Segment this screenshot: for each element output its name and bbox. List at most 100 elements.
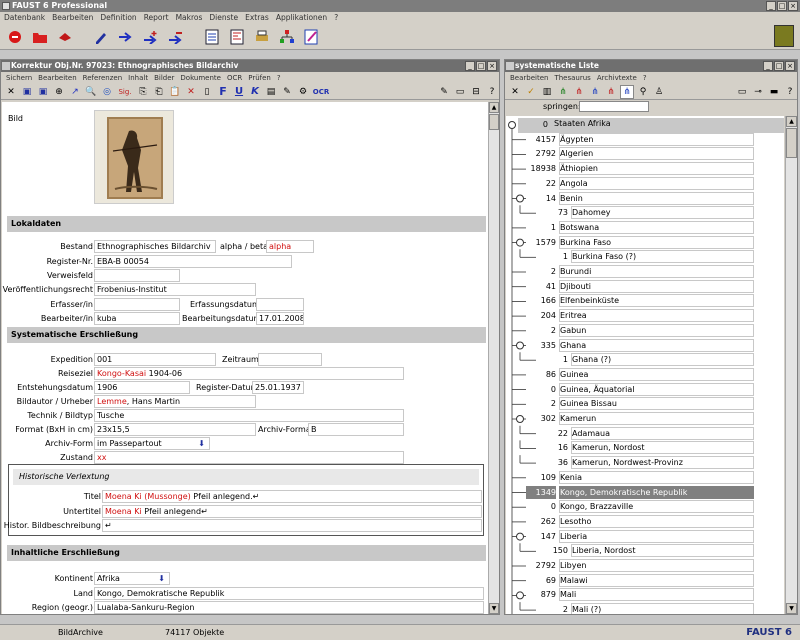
menu-bearbeiten[interactable]: Bearbeiten	[510, 72, 548, 84]
gear-icon[interactable]: ⚙	[296, 85, 310, 99]
tree-item-label[interactable]: Kamerun, Nordost	[571, 441, 754, 455]
bold-button[interactable]: F	[216, 85, 230, 99]
verweisfeld-field[interactable]	[94, 269, 180, 282]
window-icon[interactable]: ▬	[767, 85, 781, 99]
help-icon[interactable]: ?	[485, 85, 499, 99]
comment-icon[interactable]: ▭	[453, 85, 467, 99]
zustand-field[interactable]: xx	[94, 451, 404, 464]
tree-item[interactable]: 302 Kamerun	[506, 412, 784, 427]
clipboard-icon[interactable]: 📋	[168, 85, 182, 99]
tree-item-label[interactable]: Kongo, Brazzaville	[559, 500, 754, 514]
untertitel-link[interactable]: Moena Ki	[105, 507, 142, 516]
menu-referenzen[interactable]: Referenzen	[83, 72, 123, 84]
tree-item-label[interactable]: Kamerun, Nordwest-Provinz	[571, 456, 754, 470]
search-icon[interactable]: 🔍	[84, 85, 98, 99]
delete-icon[interactable]: ✕	[184, 85, 198, 99]
add-record-icon[interactable]	[140, 26, 162, 48]
dropdown-arrow-icon[interactable]: ⬇	[198, 438, 205, 449]
tree-item-label[interactable]: Äthiopien	[559, 162, 754, 176]
tree-view-icon[interactable]: ⋔	[588, 85, 602, 99]
tree-item-label[interactable]: Gabun	[559, 323, 754, 337]
tree-item-label[interactable]: Djibouti	[559, 279, 754, 293]
tree-item[interactable]: 262 Lesotho	[506, 514, 784, 530]
tree-item[interactable]: 22 Angola	[506, 176, 784, 192]
menu-definition[interactable]: Definition	[100, 12, 136, 24]
target-icon[interactable]: ⊕	[52, 85, 66, 99]
tree-active-icon[interactable]: ⋔	[620, 84, 634, 99]
tree-item[interactable]: 2 Burundi	[506, 265, 784, 280]
kontinent-select[interactable]: Afrika ⬇	[94, 572, 170, 585]
menu-report[interactable]: Report	[144, 12, 169, 24]
editor-close-button[interactable]: ×	[487, 61, 497, 71]
scroll-up-icon[interactable]: ▲	[786, 116, 797, 127]
book-icon[interactable]: ▥	[540, 85, 554, 99]
menu-applikationen[interactable]: Applikationen	[276, 12, 327, 24]
tree-item[interactable]: 1 Botswana	[506, 220, 784, 236]
titel-link[interactable]: Moena Ki (Mussonge)	[105, 492, 191, 501]
scroll-down-icon[interactable]: ▼	[489, 603, 499, 614]
tree-item-label[interactable]: Mali	[559, 588, 754, 602]
tree-item-label[interactable]: Malawi	[559, 573, 754, 587]
menu-thesaurus[interactable]: Thesaurus	[554, 72, 590, 84]
tree-item-label[interactable]: Liberia	[559, 529, 754, 543]
tree-item-label[interactable]: Burkina Faso (?)	[571, 250, 754, 264]
tree-item[interactable]: 36 Kamerun, Nordwest-Provinz	[506, 456, 784, 471]
tree-item[interactable]: 2 Guinea Bissau	[506, 397, 784, 412]
tree-icon[interactable]	[276, 26, 298, 48]
tree-item-label[interactable]: Algerien	[559, 147, 754, 161]
land-field[interactable]: Kongo, Demokratische Republik	[94, 587, 484, 600]
histbeschr-field[interactable]: ↵	[102, 519, 482, 532]
tools-icon[interactable]: ✎	[280, 85, 294, 99]
tree-item[interactable]: 0 Guinea, Äquatorial	[506, 382, 784, 398]
list-close-button[interactable]: ×	[785, 61, 795, 71]
print-icon[interactable]	[251, 26, 273, 48]
italic-button[interactable]: K	[248, 85, 262, 99]
tree-item[interactable]: 1 Ghana (?)	[506, 353, 784, 368]
tree-item[interactable]: 879 Mali	[506, 588, 784, 603]
tree-item-label[interactable]: Guinea	[559, 367, 754, 381]
untertitel-field[interactable]: Moena Ki Pfeil anlegend↵	[102, 505, 482, 518]
tree-down-icon[interactable]: ⋔	[604, 85, 618, 99]
titel-field[interactable]: Moena Ki (Mussonge) Pfeil anlegend.↵	[102, 490, 482, 503]
tree-item-label[interactable]: Mali (?)	[571, 603, 754, 614]
stop-icon[interactable]	[4, 26, 26, 48]
dropdown-arrow-icon[interactable]: ⬇	[158, 573, 165, 584]
menu-sichern[interactable]: Sichern	[6, 72, 32, 84]
tree-item-label[interactable]: Elfenbeinküste	[559, 294, 754, 308]
menu-help[interactable]: ?	[277, 72, 281, 84]
menu-bearbeiten[interactable]: Bearbeiten	[52, 12, 93, 24]
tree-item-label[interactable]: Benin	[559, 191, 754, 205]
tree-item[interactable]: 2 Gabun	[506, 323, 784, 339]
erfasser-field[interactable]	[94, 298, 180, 311]
close-button[interactable]: ×	[788, 1, 798, 11]
menu-inhalt[interactable]: Inhalt	[128, 72, 148, 84]
tree-item[interactable]: 204 Eritrea	[506, 309, 784, 324]
binoculars-icon[interactable]: ⚲	[636, 85, 650, 99]
copy-icon[interactable]: ⎘	[136, 85, 150, 99]
format-field[interactable]: 23x15,5	[94, 423, 256, 436]
maximize-button[interactable]: □	[777, 1, 787, 11]
tree-item-label[interactable]: Burundi	[559, 265, 754, 278]
tree-item[interactable]: 73 Dahomey	[506, 206, 784, 221]
menu-bilder[interactable]: Bilder	[154, 72, 174, 84]
tree-item[interactable]: 18938 Äthiopien	[506, 162, 784, 177]
signature-button[interactable]: Sig.	[116, 85, 134, 99]
list-minimize-button[interactable]: _	[763, 61, 773, 71]
paste-icon[interactable]: ⎗	[152, 85, 166, 99]
erfdatum-field[interactable]	[256, 298, 304, 311]
person-icon[interactable]: ♙	[652, 85, 666, 99]
editor-minimize-button[interactable]: _	[465, 61, 475, 71]
tree-node-icon[interactable]	[508, 121, 516, 129]
minimize-button[interactable]: _	[766, 1, 776, 11]
scroll-thumb[interactable]	[786, 128, 797, 158]
save-icon[interactable]: ▣	[20, 85, 34, 99]
tree-item[interactable]: 4157 Ägypten	[506, 132, 784, 148]
menu-extras[interactable]: Extras	[245, 12, 269, 24]
editor-maximize-button[interactable]: □	[476, 61, 486, 71]
pin-icon[interactable]: ⊸	[751, 85, 765, 99]
regnr-field[interactable]: EBA-B 00054	[94, 255, 292, 268]
springen-input[interactable]	[579, 101, 649, 112]
tree-item-label[interactable]: Angola	[559, 176, 754, 190]
tree-item-label[interactable]: Eritrea	[559, 309, 754, 323]
underline-button[interactable]: U	[232, 85, 246, 99]
